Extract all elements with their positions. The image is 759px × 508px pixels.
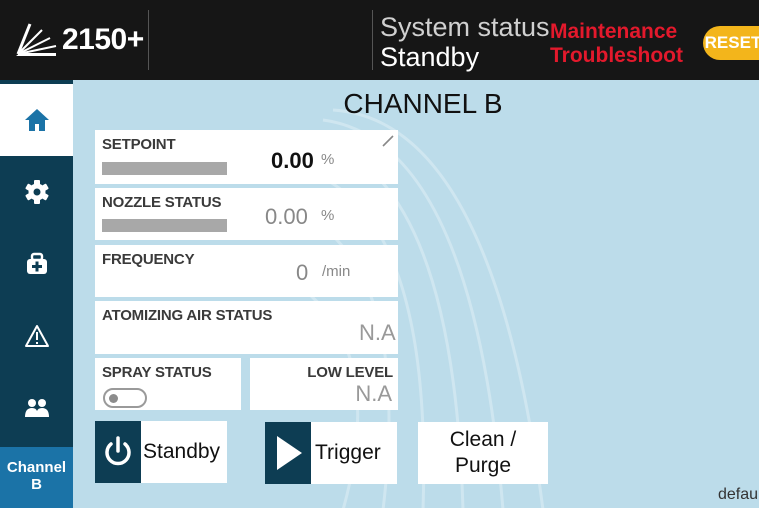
product-name: 2150+ (62, 23, 144, 56)
play-icon-box (265, 422, 311, 484)
sidebar-channel-tab[interactable]: Channel B (0, 447, 73, 508)
channel-tab-letter: B (31, 476, 42, 493)
nozzle-status-unit: % (321, 207, 335, 224)
troubleshoot-label: Troubleshoot (550, 44, 683, 67)
nozzle-status-value: 0.00 (265, 204, 308, 229)
nozzle-status-bar (102, 219, 227, 232)
toggle-knob (109, 394, 118, 403)
logo: 2150+ (12, 16, 147, 64)
clean-purge-label-line1: Clean / (449, 428, 517, 451)
home-icon (24, 109, 49, 131)
spray-toggle[interactable] (103, 388, 147, 408)
frequency-label: FREQUENCY (102, 251, 195, 268)
nozzle-status-label: NOZZLE STATUS (102, 194, 222, 211)
system-status-value: Standby (380, 42, 480, 72)
app-window: 2150+ System status Standby Maintenance … (0, 0, 759, 508)
sidebar-item-settings[interactable] (0, 156, 73, 228)
sidebar-item-users[interactable] (0, 372, 73, 444)
system-status: System status Standby (380, 12, 550, 72)
atomizing-air-label: ATOMIZING AIR STATUS (102, 307, 273, 324)
warning-icon (24, 325, 49, 347)
setpoint-unit: % (321, 151, 335, 168)
standby-button[interactable]: Standby (95, 421, 227, 483)
channel-tab-label: Channel (6, 459, 67, 476)
edit-icon[interactable] (381, 134, 395, 148)
sidebar: Channel B (0, 80, 73, 508)
power-icon-box (95, 421, 141, 483)
frequency-value: 0 (296, 260, 309, 285)
low-level-label: LOW LEVEL (307, 364, 393, 381)
gear-icon (24, 180, 49, 204)
frequency-unit: /min (322, 263, 351, 280)
setpoint-label: SETPOINT (102, 136, 176, 153)
system-status-label: System status (380, 12, 550, 42)
trigger-button[interactable]: Trigger (265, 422, 397, 484)
low-level-value: N.A (355, 381, 392, 406)
low-level-card: LOW LEVEL N.A (250, 358, 398, 410)
sidebar-item-home[interactable] (0, 84, 73, 156)
standby-button-label: Standby (143, 440, 221, 463)
setpoint-bar (102, 162, 227, 175)
clean-purge-button[interactable]: Clean / Purge (418, 422, 548, 484)
maintenance-label: Maintenance (550, 20, 678, 43)
page-title: CHANNEL B (343, 88, 503, 119)
power-icon (105, 436, 131, 466)
top-bar: 2150+ System status Standby Maintenance … (0, 0, 759, 80)
reset-button[interactable]: RESET (703, 26, 759, 60)
default-label: defaul (718, 486, 759, 503)
clean-purge-label-line2: Purge (454, 454, 512, 477)
channel-panel: CHANNEL B SETPOINT 0.00 % NOZZLE STATUS … (73, 80, 759, 508)
atomizing-air-card: ATOMIZING AIR STATUS N.A (95, 301, 398, 354)
sidebar-item-alarms[interactable] (0, 300, 73, 372)
sidebar-item-maintenance[interactable] (0, 228, 73, 300)
nozzle-status-card: NOZZLE STATUS 0.00 % (95, 188, 398, 240)
atomizing-air-value: N.A (359, 320, 396, 345)
setpoint-value: 0.00 (271, 148, 314, 173)
spray-status-card: SPRAY STATUS (95, 358, 241, 410)
users-icon (24, 399, 49, 417)
play-icon (277, 436, 302, 470)
medical-kit-icon (26, 252, 47, 274)
maintenance-link[interactable]: Maintenance Troubleshoot (550, 20, 683, 68)
spray-status-label: SPRAY STATUS (102, 364, 212, 381)
header-divider (372, 10, 373, 70)
trigger-button-label: Trigger (315, 441, 381, 464)
header-divider (148, 10, 149, 70)
spray-logo-icon (16, 23, 57, 56)
setpoint-card[interactable]: SETPOINT 0.00 % (95, 130, 398, 184)
frequency-card: FREQUENCY 0 /min (95, 245, 398, 297)
